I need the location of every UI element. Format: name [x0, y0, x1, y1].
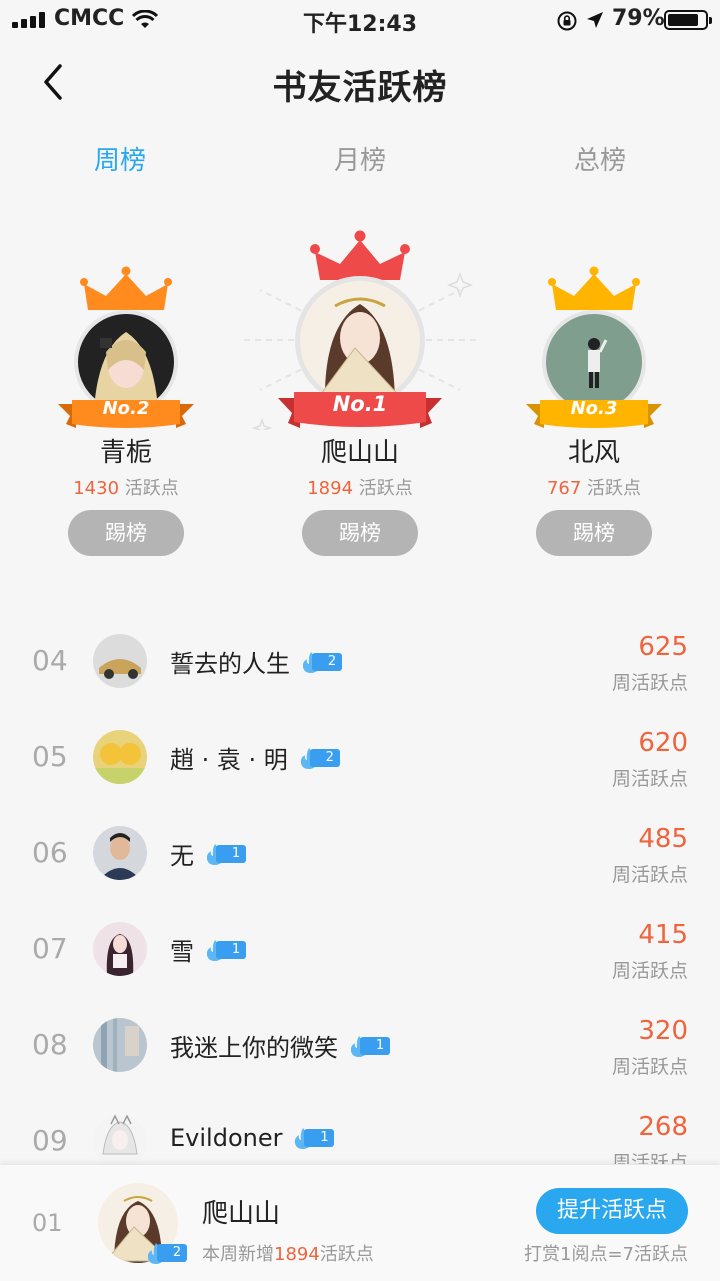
- user-name: 我迷上你的微笑: [170, 1034, 338, 1062]
- avatar[interactable]: [93, 1114, 147, 1164]
- rotation-lock-icon: [557, 11, 577, 31]
- list-item[interactable]: 09 Evildoner 1 268 周活跃点: [0, 1094, 720, 1164]
- user-name: 趙 · 袁 · 明: [170, 746, 288, 774]
- activity-unit: 周活跃点: [611, 864, 688, 886]
- activity-unit: 周活跃点: [611, 768, 688, 790]
- boost-activity-button[interactable]: 提升活跃点: [536, 1188, 688, 1234]
- activity-value: 320: [638, 1016, 688, 1046]
- level-badge: 1: [204, 843, 246, 865]
- level-badge: 1: [292, 1128, 335, 1149]
- score-line: 1430 活跃点: [6, 474, 246, 500]
- period-tabs: 周榜 月榜 总榜: [0, 140, 720, 184]
- rank-number: 06: [32, 836, 68, 869]
- score-value: 1430: [73, 478, 120, 499]
- user-name: 无: [170, 842, 194, 870]
- avatar[interactable]: [93, 730, 147, 784]
- activity-value: 415: [638, 920, 688, 950]
- avatar[interactable]: [93, 634, 147, 688]
- score-line: 1894 活跃点: [240, 474, 480, 500]
- battery-icon: [664, 10, 712, 30]
- activity-unit: 周活跃点: [611, 1152, 688, 1164]
- list-item[interactable]: 05 趙 · 袁 · 明 2 620 周活跃点: [0, 710, 720, 806]
- activity-value: 268: [638, 1112, 688, 1142]
- avatar[interactable]: [93, 922, 147, 976]
- user-name-line: 雪1: [170, 932, 246, 967]
- reward-rule: 打赏1阅点=7活跃点: [524, 1244, 688, 1265]
- activity-value: 485: [638, 824, 688, 854]
- user-name: 爬山山: [320, 438, 399, 468]
- user-name-line: 我迷上你的微笑 1: [170, 1028, 390, 1063]
- ranking-list: 04 誓去的人生 2 625 周活跃点 05 趙 · 袁 · 明 2 620 周活跃…: [0, 614, 720, 1164]
- score-line: 767 活跃点: [474, 474, 714, 500]
- level-badge: 2: [145, 1243, 187, 1264]
- level-badge: 2: [300, 651, 342, 673]
- kick-button[interactable]: 踢榜: [302, 510, 418, 556]
- crown-icon: [80, 266, 172, 310]
- score-unit: 活跃点: [358, 478, 413, 499]
- avatar[interactable]: [93, 826, 147, 880]
- score-value: 1894: [307, 478, 354, 499]
- tab-monthly[interactable]: 月榜: [280, 140, 440, 177]
- user-name-line: 誓去的人生 2: [170, 644, 342, 679]
- user-name-line: 无1: [170, 836, 246, 871]
- podium-second: No.2 青栀 1430 活跃点 踢榜: [6, 220, 246, 570]
- tab-all-time[interactable]: 总榜: [520, 140, 680, 177]
- rank-number: 07: [32, 932, 68, 965]
- user-name: 雪: [170, 938, 194, 966]
- my-name: 爬山山: [202, 1199, 281, 1229]
- status-bar: CMCC 下午12:43 79%: [0, 0, 720, 40]
- level-badge: 1: [348, 1035, 390, 1057]
- level-badge: 2: [298, 747, 340, 769]
- score-value: 767: [546, 478, 582, 499]
- activity-value: 620: [638, 728, 688, 758]
- page-title: 书友活跃榜: [272, 68, 448, 108]
- tab-weekly[interactable]: 周榜: [40, 140, 200, 177]
- kick-button[interactable]: 踢榜: [536, 510, 652, 556]
- score-unit: 活跃点: [587, 478, 642, 499]
- location-arrow-icon: [587, 12, 603, 28]
- user-name: 北风: [567, 438, 620, 468]
- my-ranking-bar: 01 2 爬山山 本周新增1894活跃点 提升活跃点 打赏1阅点=7活跃点: [0, 1165, 720, 1281]
- rank-label: No.2: [102, 398, 150, 419]
- rank-number: 08: [32, 1028, 68, 1061]
- list-item[interactable]: 06 无1 485 周活跃点: [0, 806, 720, 902]
- activity-unit: 周活跃点: [611, 1056, 688, 1078]
- my-rank-number: 01: [32, 1209, 63, 1237]
- activity-unit: 周活跃点: [611, 960, 688, 982]
- list-item[interactable]: 08 我迷上你的微笑 1 320 周活跃点: [0, 998, 720, 1094]
- activity-unit: 周活跃点: [611, 672, 688, 694]
- podium-third: No.3 北风 767 活跃点 踢榜: [474, 220, 714, 570]
- user-name: 誓去的人生: [170, 650, 290, 678]
- level-badge: 1: [204, 939, 246, 961]
- user-name: Evildoner: [170, 1124, 283, 1152]
- nav-bar: 书友活跃榜: [0, 40, 720, 124]
- my-weekly-summary: 本周新增1894活跃点: [202, 1244, 374, 1265]
- rank-number: 09: [32, 1124, 68, 1157]
- list-item[interactable]: 07 雪1 415 周活跃点: [0, 902, 720, 998]
- user-name-line: 趙 · 袁 · 明 2: [170, 740, 340, 775]
- podium-first: No.1 爬山山 1894 活跃点 踢榜: [240, 220, 480, 570]
- avatar[interactable]: [93, 1018, 147, 1072]
- activity-value: 625: [638, 632, 688, 662]
- kick-button[interactable]: 踢榜: [68, 510, 184, 556]
- user-name: 青栀: [99, 438, 152, 468]
- crown-icon: [548, 266, 640, 310]
- rank-label: No.1: [332, 392, 388, 416]
- score-unit: 活跃点: [124, 478, 179, 499]
- top-three-podium: No.2 青栀 1430 活跃点 踢榜 No.1 爬山山 1894 活跃点 踢榜…: [0, 220, 720, 570]
- user-name-line: Evildoner 1: [170, 1124, 335, 1152]
- rank-label: No.3: [570, 398, 618, 419]
- list-item[interactable]: 04 誓去的人生 2 625 周活跃点: [0, 614, 720, 710]
- battery-percentage: 79%: [612, 6, 665, 31]
- rank-number: 05: [32, 740, 68, 773]
- rank-number: 04: [32, 644, 68, 677]
